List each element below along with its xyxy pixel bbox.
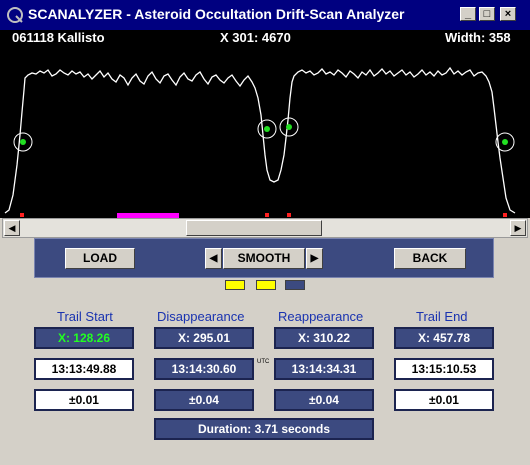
horizontal-scrollbar[interactable]: ◀ ▶ [2, 218, 528, 238]
back-button[interactable]: BACK [394, 248, 466, 269]
scan-plot[interactable]: 061118 Kallisto X 301: 4670 Width: 358 [0, 30, 530, 218]
swatch-1[interactable] [225, 280, 245, 290]
swatch-3[interactable] [285, 280, 305, 290]
toolbar-panel: LOAD ◀ SMOOTH ▶ BACK [34, 238, 494, 278]
reappearance-time: 13:14:34.31 [274, 358, 374, 380]
reappearance-x: X: 310.22 [274, 327, 374, 349]
trail-start-label: Trail Start [57, 309, 113, 324]
trail-end-time: 13:15:10.53 [394, 358, 494, 380]
scroll-thumb[interactable] [186, 220, 322, 236]
utc-label: UTC [257, 359, 270, 365]
swatch-2[interactable] [256, 280, 276, 290]
lightcurve-trace [4, 66, 516, 214]
trail-end-x: X: 457.78 [394, 327, 494, 349]
baseline-tick-start [20, 213, 24, 217]
smooth-button[interactable]: SMOOTH [223, 248, 305, 269]
disappearance-label: Disappearance [157, 309, 245, 324]
smooth-prev-button[interactable]: ◀ [205, 248, 222, 269]
baseline-tick-end [503, 213, 507, 217]
trail-start-time: 13:13:49.88 [34, 358, 134, 380]
reappearance-error: ±0.04 [274, 389, 374, 411]
lightcurve-chart [4, 66, 516, 218]
baseline-tick-reappear [287, 213, 291, 217]
trail-start-x: X: 128.26 [34, 327, 134, 349]
maximize-button[interactable]: □ [479, 7, 495, 21]
load-button[interactable]: LOAD [65, 248, 135, 269]
trail-end-error: ±0.01 [394, 389, 494, 411]
smooth-next-button[interactable]: ▶ [306, 248, 323, 269]
title-bar: SCANALYZER - Asteroid Occultation Drift-… [0, 0, 530, 30]
disappearance-error: ±0.04 [154, 389, 254, 411]
scroll-left-button[interactable]: ◀ [4, 220, 20, 236]
trail-end-marker[interactable] [495, 132, 515, 152]
duration-readout: Duration: 3.71 seconds [154, 418, 374, 440]
trail-end-label: Trail End [416, 309, 468, 324]
reappearance-marker[interactable] [279, 117, 299, 137]
trail-start-error: ±0.01 [34, 389, 134, 411]
window-title: SCANALYZER - Asteroid Occultation Drift-… [28, 6, 405, 22]
close-button[interactable]: × [500, 7, 516, 21]
app-icon [7, 7, 23, 23]
disappearance-marker[interactable] [257, 119, 277, 139]
baseline-tick-disappear [265, 213, 269, 217]
trail-start-marker[interactable] [13, 132, 33, 152]
minimize-button[interactable]: _ [460, 7, 476, 21]
disappearance-x: X: 295.01 [154, 327, 254, 349]
reappearance-label: Reappearance [278, 309, 364, 324]
scroll-right-button[interactable]: ▶ [510, 220, 526, 236]
disappearance-time: 13:14:30.60 [154, 358, 254, 380]
